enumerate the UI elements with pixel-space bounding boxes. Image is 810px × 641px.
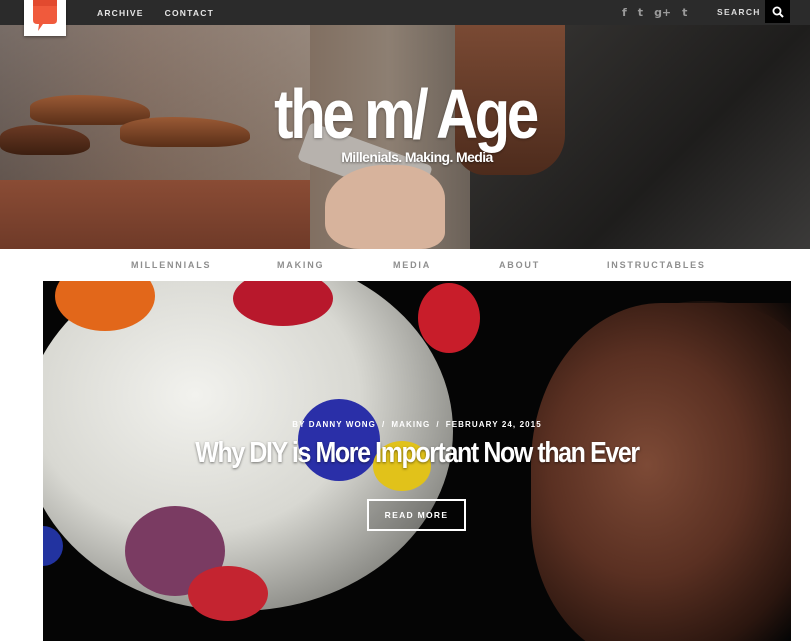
- nav-media-link[interactable]: MEDIA: [393, 249, 431, 281]
- hero-shelf: [0, 180, 310, 249]
- featured-post[interactable]: BY DANNY WONG / MAKING / FEBRUARY 24, 2015 W…: [43, 281, 791, 641]
- post-title[interactable]: Why DIY is More Important Now than Ever: [95, 437, 738, 470]
- nav-about-link[interactable]: ABOUT: [499, 249, 540, 281]
- nav-archive-link[interactable]: ARCHIVE: [97, 8, 144, 18]
- hero-banner: the m/ Age Millenials. Making. Media: [0, 25, 810, 249]
- social-links: f t g+ t: [622, 0, 698, 25]
- post-author-link[interactable]: BY DANNY WONG: [292, 420, 376, 429]
- bottle-cap-red: [188, 566, 268, 621]
- bottle-cap-red: [418, 283, 480, 353]
- search-icon: [772, 6, 784, 18]
- search-label[interactable]: SEARCH: [717, 0, 761, 25]
- top-nav: ARCHIVE CONTACT: [97, 0, 235, 25]
- meta-separator: /: [436, 420, 440, 429]
- site-logo[interactable]: [24, 0, 66, 36]
- meta-separator: /: [382, 420, 386, 429]
- site-tagline: Millenials. Making. Media: [341, 149, 493, 165]
- top-bar: ARCHIVE CONTACT f t g+ t SEARCH: [0, 0, 810, 25]
- nav-making-link[interactable]: MAKING: [277, 249, 324, 281]
- post-meta: BY DANNY WONG / MAKING / FEBRUARY 24, 2015: [43, 420, 791, 429]
- post-date: FEBRUARY 24, 2015: [445, 420, 542, 429]
- person-face-image: [531, 303, 791, 641]
- nav-contact-link[interactable]: CONTACT: [165, 8, 214, 18]
- search-button[interactable]: [765, 0, 790, 23]
- read-more-button[interactable]: READ MORE: [367, 499, 466, 531]
- category-nav: MILLENNIALS MAKING MEDIA ABOUT INSTRUCTA…: [0, 249, 810, 281]
- tumblr-icon[interactable]: t: [682, 6, 687, 19]
- twitter-icon[interactable]: t: [638, 6, 643, 19]
- site-title[interactable]: the m/ Age: [69, 74, 741, 154]
- post-category-link[interactable]: MAKING: [391, 420, 430, 429]
- google-plus-icon[interactable]: g+: [654, 6, 671, 19]
- speech-bubble-icon: [33, 0, 57, 31]
- facebook-icon[interactable]: f: [622, 6, 627, 19]
- nav-millennials-link[interactable]: MILLENNIALS: [131, 249, 211, 281]
- hero-hand: [325, 165, 445, 249]
- nav-instructables-link[interactable]: INSTRUCTABLES: [607, 249, 706, 281]
